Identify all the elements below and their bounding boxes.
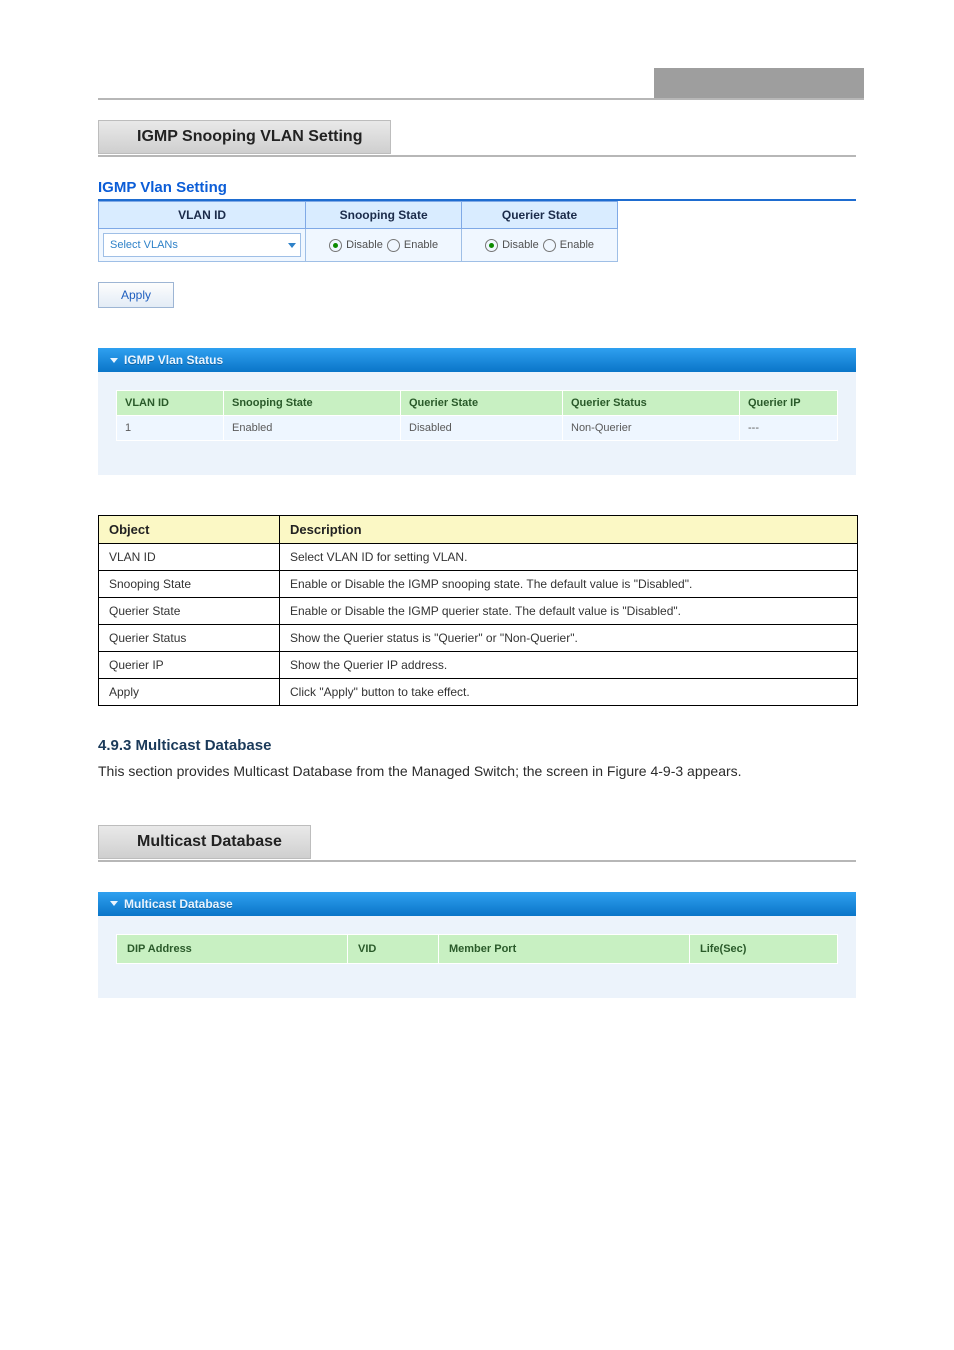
mdb-intro: 4.9.3 Multicast Database This section pr… [98,734,856,783]
snooping-state-radio-group: Disable Enable [310,239,457,252]
obj-label: Snooping State [99,571,280,598]
status-col-querier-status: Querier Status [563,391,740,416]
obj-head-right: Description [280,516,858,544]
obj-desc: Select VLAN ID for setting VLAN. [280,544,858,571]
select-vlans-dropdown[interactable]: Select VLANs [103,233,301,257]
obj-desc: Enable or Disable the IGMP querier state… [280,598,858,625]
table-row: 1 Enabled Disabled Non-Querier --- [117,416,838,441]
object-description-table: Object Description VLAN IDSelect VLAN ID… [98,515,858,706]
obj-label: Querier IP [99,652,280,679]
chevron-down-icon [288,243,296,248]
obj-label: VLAN ID [99,544,280,571]
snooping-disable-radio[interactable] [329,239,342,252]
status-col-vlanid: VLAN ID [117,391,224,416]
select-vlans-label: Select VLANs [110,239,178,251]
obj-head-left: Object [99,516,280,544]
mdb-col-life: Life(Sec) [690,934,838,963]
vlan-col-header-querier: Querier State [462,202,618,229]
multicast-database-header[interactable]: Multicast Database [98,892,856,916]
querier-enable-label: Enable [560,239,594,251]
status-cell-vlanid: 1 [117,416,224,441]
mdb-section-title-wrap: Multicast Database [98,825,856,862]
vlan-setting-table: VLAN ID Snooping State Querier State Sel… [98,201,618,262]
chevron-down-icon [110,358,118,363]
obj-desc: Click "Apply" button to take effect. [280,679,858,706]
querier-state-radio-group: Disable Enable [466,239,613,252]
multicast-database-title: Multicast Database [124,897,233,911]
igmp-vlan-setting-heading: IGMP Vlan Setting [98,179,856,201]
obj-desc: Enable or Disable the IGMP snooping stat… [280,571,858,598]
igmp-vlan-status-title: IGMP Vlan Status [124,353,223,367]
mdb-col-member: Member Port [439,934,690,963]
mdb-section-title: Multicast Database [98,825,311,859]
querier-disable-label: Disable [502,239,539,251]
vlan-col-header-snooping: Snooping State [306,202,462,229]
status-col-querier-ip: Querier IP [740,391,838,416]
igmp-vlan-status-panel: IGMP Vlan Status VLAN ID Snooping State … [98,348,856,475]
snooping-enable-label: Enable [404,239,438,251]
mdb-intro-body: This section provides Multicast Database… [98,761,856,783]
vlan-col-header-id: VLAN ID [99,202,306,229]
status-col-querier-state: Querier State [401,391,563,416]
obj-desc: Show the Querier status is "Querier" or … [280,625,858,652]
status-cell-querier-state: Disabled [401,416,563,441]
status-cell-snooping: Enabled [224,416,401,441]
mdb-intro-heading: 4.9.3 Multicast Database [98,734,856,757]
status-col-snooping: Snooping State [224,391,401,416]
apply-button[interactable]: Apply [98,282,174,308]
obj-label: Querier Status [99,625,280,652]
section-title-wrap: IGMP Snooping VLAN Setting [98,120,856,157]
obj-label: Apply [99,679,280,706]
status-cell-querier-ip: --- [740,416,838,441]
mdb-col-vid: VID [348,934,439,963]
igmp-vlan-status-table: VLAN ID Snooping State Querier State Que… [116,390,838,441]
status-cell-querier-status: Non-Querier [563,416,740,441]
snooping-disable-label: Disable [346,239,383,251]
querier-disable-radio[interactable] [485,239,498,252]
header-grey-block [654,68,864,98]
page-title: IGMP Snooping VLAN Setting [98,120,391,154]
igmp-vlan-status-header[interactable]: IGMP Vlan Status [98,348,856,372]
multicast-database-table: DIP Address VID Member Port Life(Sec) [116,934,838,964]
querier-enable-radio[interactable] [543,239,556,252]
obj-label: Querier State [99,598,280,625]
mdb-col-dip: DIP Address [117,934,348,963]
chevron-down-icon [110,901,118,906]
multicast-database-panel: Multicast Database DIP Address VID Membe… [98,892,856,998]
obj-desc: Show the Querier IP address. [280,652,858,679]
snooping-enable-radio[interactable] [387,239,400,252]
